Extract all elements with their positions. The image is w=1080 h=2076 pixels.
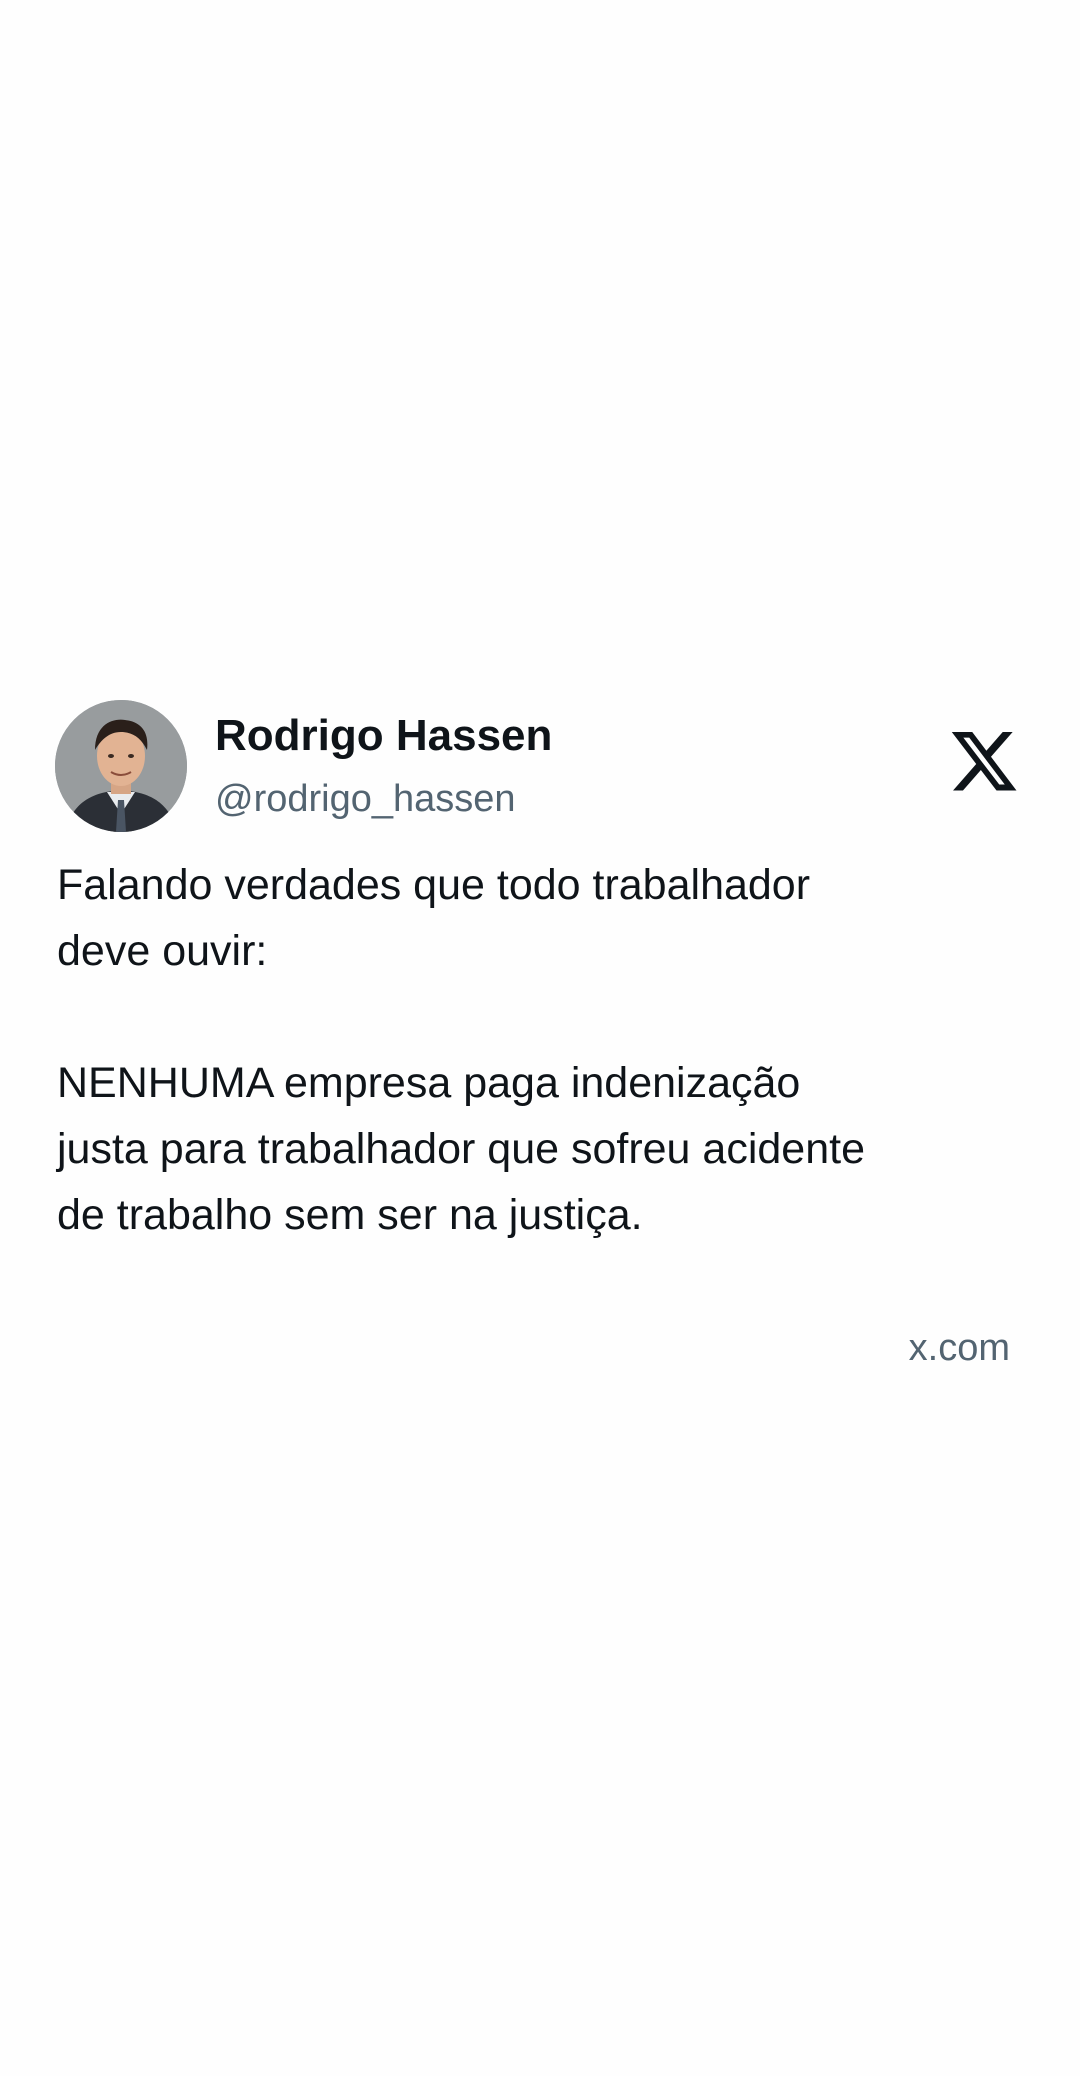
x-logo-icon[interactable] xyxy=(948,732,1020,798)
avatar-photo xyxy=(55,700,187,832)
avatar[interactable] xyxy=(55,700,187,832)
source-domain-link[interactable]: x.com xyxy=(909,1325,1010,1371)
page: Rodrigo Hassen @rodrigo_hassen Falando v… xyxy=(0,0,1080,2076)
x-logo-icon-shape xyxy=(951,732,1017,791)
author-handle[interactable]: @rodrigo_hassen xyxy=(215,776,516,822)
tweet-text: Falando verdades que todo trabalhador de… xyxy=(57,852,1047,1248)
author-name[interactable]: Rodrigo Hassen xyxy=(215,710,552,762)
tweet-card[interactable]: Rodrigo Hassen @rodrigo_hassen Falando v… xyxy=(0,690,1080,1390)
tweet-paragraph: NENHUMA empresa paga indenização justa p… xyxy=(57,1059,865,1239)
tweet-paragraph: Falando verdades que todo trabalhador de… xyxy=(57,861,811,975)
